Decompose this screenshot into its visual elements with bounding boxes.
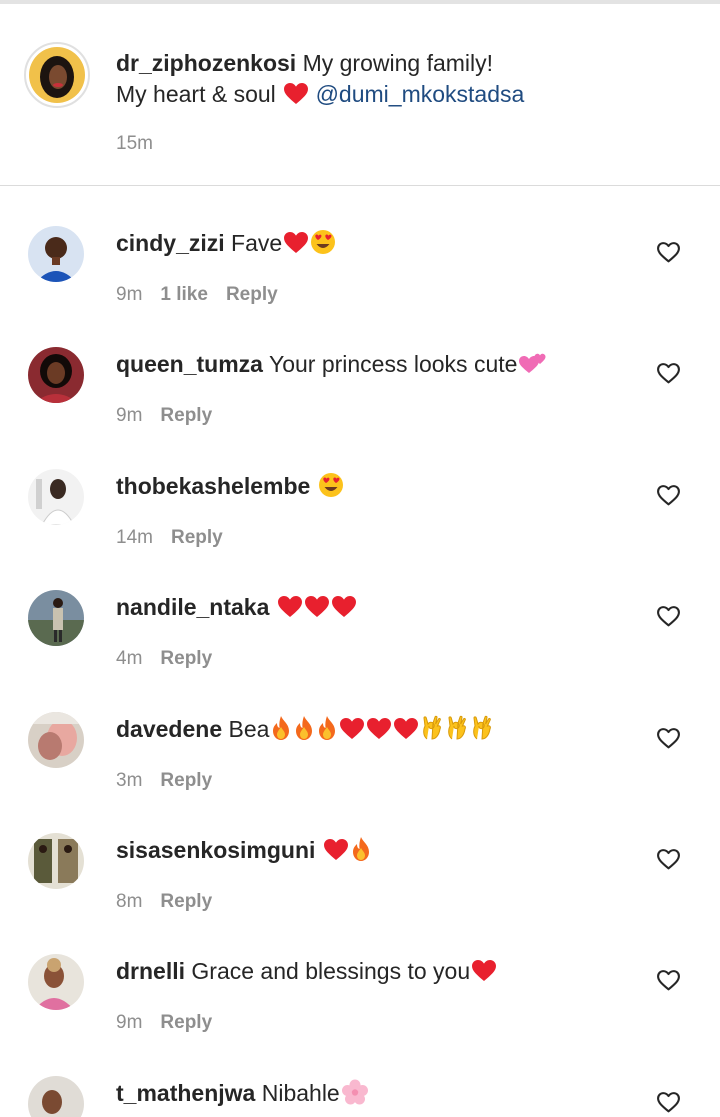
comment-row: thobekashelembe 14m Reply (0, 429, 720, 550)
like-heart-icon[interactable] (656, 361, 681, 386)
comment-meta: 9m Reply (116, 1012, 230, 1034)
heart-red-emoji (304, 595, 330, 626)
like-heart-icon[interactable] (656, 847, 681, 872)
heart-red-emoji (339, 717, 365, 748)
caption-mention[interactable]: @dumi_mkokstadsa (316, 81, 525, 107)
ok-hand-emoji (470, 715, 494, 748)
fire-emoji (293, 715, 315, 748)
comment-meta: 9m Reply (116, 405, 230, 427)
like-heart-icon[interactable] (656, 1090, 681, 1115)
comment-text: queen_tumza Your princess looks cute (116, 349, 548, 383)
comment-row: t_mathenjwa Nibahle (0, 1036, 720, 1117)
avatar[interactable] (28, 226, 84, 282)
ok-hand-emoji (445, 715, 469, 748)
comment-row: nandile_ntaka 4m Reply (0, 550, 720, 671)
like-heart-icon[interactable] (656, 968, 681, 993)
comment-timestamp: 14m (116, 527, 153, 548)
caption-line2: My heart & soul (116, 81, 276, 107)
comment-row: davedene Bea 3m Reply (0, 672, 720, 793)
comment-timestamp: 4m (116, 648, 143, 669)
avatar[interactable] (28, 469, 84, 525)
caption-timestamp: 15m (116, 133, 153, 154)
ok-hand-emoji (420, 715, 444, 748)
avatar[interactable] (28, 954, 84, 1010)
comment-row: queen_tumza Your princess looks cute 9m Re… (0, 307, 720, 428)
reply-button[interactable]: Reply (160, 770, 212, 791)
comment-username[interactable]: drnelli (116, 958, 185, 984)
comment-username[interactable]: thobekashelembe (116, 473, 310, 499)
reply-button[interactable]: Reply (160, 648, 212, 669)
comment-text: davedene Bea (116, 714, 494, 748)
reply-button[interactable]: Reply (160, 405, 212, 426)
comment-timestamp: 9m (116, 1012, 143, 1033)
comment-text: t_mathenjwa Nibahle (116, 1078, 369, 1112)
comment-username[interactable]: cindy_zizi (116, 230, 225, 256)
heart-eyes-emoji (318, 472, 344, 505)
fire-emoji (350, 836, 372, 869)
comment-username[interactable]: queen_tumza (116, 351, 263, 377)
avatar[interactable] (28, 1076, 84, 1117)
comment-body: Fave (224, 230, 283, 256)
comment-timestamp: 8m (116, 891, 143, 912)
comment-timestamp: 9m (116, 284, 143, 305)
reply-button[interactable]: Reply (160, 891, 212, 912)
post-caption: dr_ziphozenkosi My growing family! My he… (0, 4, 720, 186)
cherry-blossom-emoji (341, 1079, 369, 1112)
heart-red-emoji (366, 717, 392, 748)
caption-line1: My growing family! (302, 50, 494, 76)
comment-row: sisasenkosimguni 8m Reply (0, 793, 720, 914)
comment-text: thobekashelembe (116, 471, 344, 505)
avatar[interactable] (28, 712, 84, 768)
comment-body: Nibahle (255, 1080, 340, 1106)
comment-row: drnelli Grace and blessings to you 9m Repl… (0, 914, 720, 1035)
comment-body: Grace and blessings to you (185, 958, 471, 984)
comment-username[interactable]: davedene (116, 716, 222, 742)
comment-meta: 4m Reply (116, 648, 230, 670)
heart-red-emoji (323, 838, 349, 869)
reply-button[interactable]: Reply (171, 527, 223, 548)
comment-username[interactable]: nandile_ntaka (116, 594, 269, 620)
heart-red-emoji (393, 717, 419, 748)
caption-text: dr_ziphozenkosi My growing family! My he… (116, 48, 676, 114)
avatar[interactable] (28, 833, 84, 889)
comment-text: nandile_ntaka (116, 592, 357, 626)
comment-meta: 3m Reply (116, 770, 230, 792)
comment-timestamp: 9m (116, 405, 143, 426)
like-heart-icon[interactable] (656, 240, 681, 265)
heart-red-emoji (277, 595, 303, 626)
comment-meta: 9m 1 like Reply (116, 284, 296, 306)
comment-body: Your princess looks cute (262, 351, 518, 377)
avatar[interactable] (28, 347, 84, 403)
like-heart-icon[interactable] (656, 604, 681, 629)
avatar[interactable] (24, 42, 90, 108)
heart-red-emoji (283, 231, 309, 262)
comment-text: drnelli Grace and blessings to you (116, 956, 497, 990)
comment-row: cindy_zizi Fave 9m 1 like Reply (0, 186, 720, 307)
comment-username[interactable]: t_mathenjwa (116, 1080, 255, 1106)
comment-text: sisasenkosimguni (116, 835, 372, 869)
comment-text: cindy_zizi Fave (116, 228, 336, 262)
comment-body: Bea (222, 716, 270, 742)
comment-meta: 14m Reply (116, 527, 241, 549)
avatar-photo (29, 47, 85, 103)
comment-username[interactable]: sisasenkosimguni (116, 837, 315, 863)
heart-eyes-emoji (310, 229, 336, 262)
avatar[interactable] (28, 590, 84, 646)
caption-username[interactable]: dr_ziphozenkosi (116, 50, 296, 76)
heart-red-emoji (331, 595, 357, 626)
two-hearts-emoji (518, 352, 548, 383)
comment-timestamp: 3m (116, 770, 143, 791)
reply-button[interactable]: Reply (226, 284, 278, 305)
reply-button[interactable]: Reply (160, 1012, 212, 1033)
red-heart-emoji (283, 82, 309, 114)
fire-emoji (316, 715, 338, 748)
like-heart-icon[interactable] (656, 483, 681, 508)
comment-meta: 8m Reply (116, 891, 230, 913)
comment-likes[interactable]: 1 like (160, 284, 208, 305)
fire-emoji (270, 715, 292, 748)
heart-red-emoji (471, 959, 497, 990)
like-heart-icon[interactable] (656, 726, 681, 751)
